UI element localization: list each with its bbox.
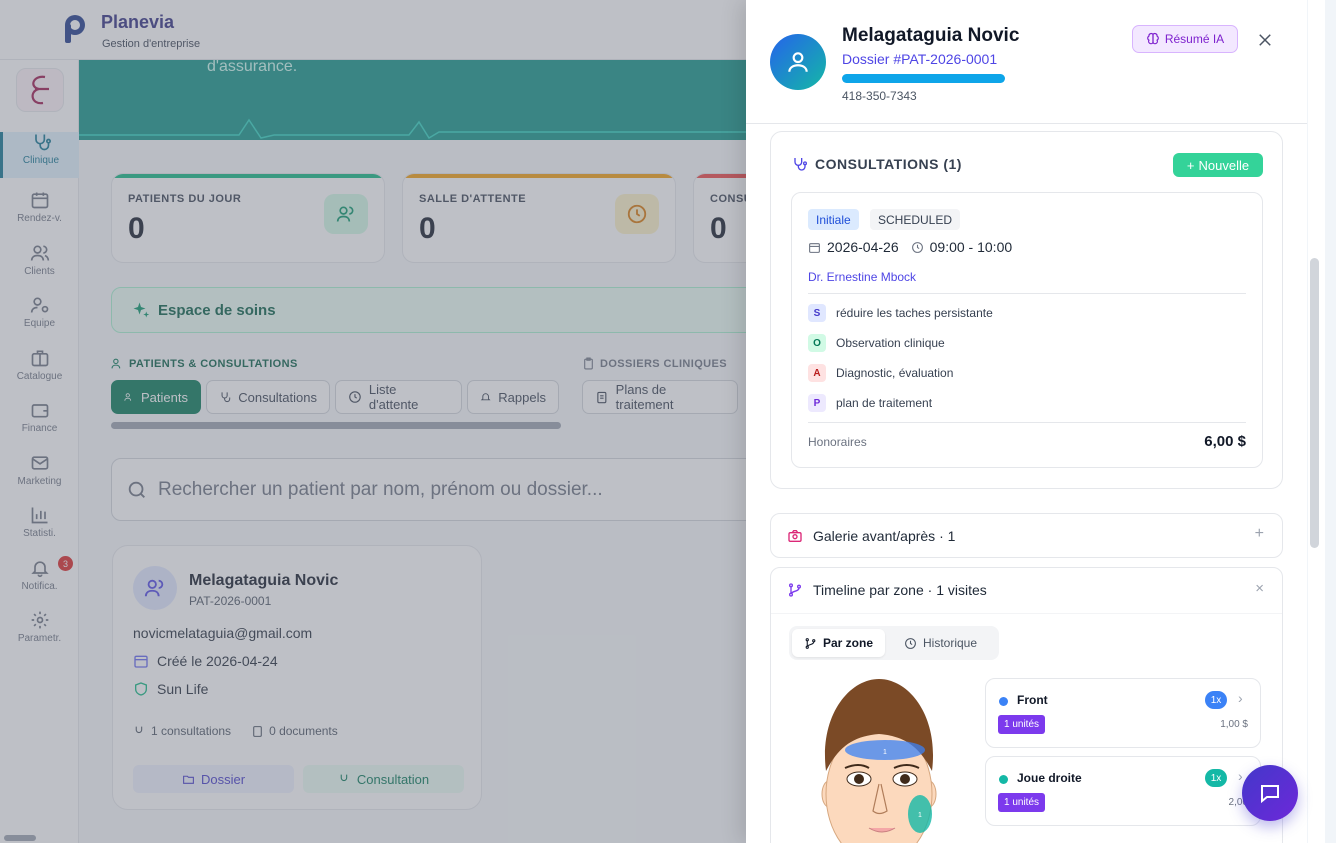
divider <box>771 613 1282 614</box>
consultations-title-text: CONSULTATIONS (1) <box>815 156 962 172</box>
camera-icon <box>788 530 802 542</box>
zone-units-badge: 1 unités <box>998 793 1046 812</box>
fee-label: Honoraires <box>808 435 867 449</box>
timeline-accordion: Timeline par zone · 1 visites × Par zone… <box>770 567 1283 843</box>
button-label: Résumé IA <box>1164 32 1225 46</box>
status-badge: SCHEDULED <box>870 209 961 230</box>
calendar-icon <box>809 242 820 253</box>
patient-drawer: Melagataguia Novic Dossier #PAT-2026-000… <box>746 0 1336 843</box>
avatar <box>770 34 826 90</box>
redacted-email-bar <box>842 74 1005 83</box>
consultation-type-badge: Initiale <box>808 209 859 230</box>
zone-count-badge: 1x <box>1205 691 1227 709</box>
zone-count-badge: 1x <box>1205 769 1227 787</box>
segment-history[interactable]: Historique <box>892 629 989 657</box>
drawer-header: Melagataguia Novic Dossier #PAT-2026-000… <box>746 0 1307 124</box>
timeline-title-text: Timeline par zone · 1 visites <box>813 582 987 598</box>
gallery-accordion[interactable]: Galerie avant/après · 1 + <box>770 513 1283 558</box>
chevron-right-icon: › <box>1238 690 1243 706</box>
consultation-datetime: 2026-04-26 09:00 - 10:00 <box>808 239 1012 255</box>
segment-label: Historique <box>923 636 978 650</box>
drawer-scrollbar[interactable] <box>1310 258 1319 548</box>
soap-letter: O <box>808 334 826 352</box>
zone-color-dot <box>999 775 1008 784</box>
soap-plan: P plan de traitement <box>808 394 932 412</box>
chevron-right-icon: › <box>1238 768 1243 784</box>
soap-assessment: A Diagnostic, évaluation <box>808 364 953 382</box>
plus-icon: + <box>1186 157 1195 173</box>
user-icon <box>788 52 808 72</box>
soap-text: plan de traitement <box>836 396 933 410</box>
drawer-patient-name: Melagataguia Novic <box>842 25 1020 46</box>
consultation-item[interactable]: Initiale SCHEDULED 2026-04-26 09:00 - 10… <box>791 192 1263 468</box>
drawer-file-number: Dossier #PAT-2026-0001 <box>842 51 998 67</box>
brain-icon <box>1146 32 1159 45</box>
consultation-date: 2026-04-26 <box>827 239 899 255</box>
plus-icon[interactable]: + <box>1255 525 1264 543</box>
consultations-panel: CONSULTATIONS (1) + Nouvelle Initiale SC… <box>770 131 1283 489</box>
git-branch-icon <box>789 583 801 597</box>
zone-name: Front <box>1017 693 1048 707</box>
soap-subjective: S réduire les taches persistante <box>808 304 993 322</box>
close-button[interactable] <box>1252 27 1278 53</box>
consultation-time: 09:00 - 10:00 <box>929 239 1013 255</box>
drawer-phone: 418-350-7343 <box>842 89 917 103</box>
gallery-title-text: Galerie avant/après · 1 <box>813 528 956 544</box>
soap-text: Observation clinique <box>836 336 945 350</box>
soap-letter: A <box>808 364 826 382</box>
git-branch-icon <box>805 637 816 649</box>
modal-backdrop[interactable] <box>0 0 746 843</box>
zone-color-dot <box>999 697 1008 706</box>
divider <box>808 422 1246 423</box>
stethoscope-icon <box>794 158 807 171</box>
new-consultation-button[interactable]: + Nouvelle <box>1173 153 1263 177</box>
button-label: Nouvelle <box>1198 157 1250 173</box>
face-zone-front-mark: 1 <box>883 749 887 756</box>
consultations-title: CONSULTATIONS (1) <box>791 156 962 172</box>
face-zone-right-cheek-mark: 1 <box>918 812 922 819</box>
chat-button[interactable] <box>1242 765 1298 821</box>
ai-summary-button[interactable]: Résumé IA <box>1132 25 1238 53</box>
fee-value: 6,00 $ <box>1204 433 1246 450</box>
soap-letter: P <box>808 394 826 412</box>
zone-card-front[interactable]: Front 1x › 1 unités 1,00 $ <box>985 678 1261 748</box>
timeline-title: Timeline par zone · 1 visites <box>787 582 987 598</box>
clock-icon <box>905 637 916 649</box>
close-icon[interactable]: × <box>1255 580 1264 597</box>
segment-by-zone[interactable]: Par zone <box>792 629 886 657</box>
zone-price: 1,00 $ <box>1220 719 1248 730</box>
zone-units-badge: 1 unités <box>998 715 1046 734</box>
divider <box>808 293 1246 294</box>
soap-objective: O Observation clinique <box>808 334 945 352</box>
zone-name: Joue droite <box>1017 771 1082 785</box>
chat-icon <box>1261 785 1279 804</box>
close-icon <box>1259 34 1271 46</box>
face-map[interactable]: 1 1 <box>809 676 949 843</box>
soap-text: réduire les taches persistante <box>836 306 993 320</box>
timeline-view-toggle: Par zone Historique <box>789 626 999 660</box>
soap-letter: S <box>808 304 826 322</box>
zone-card-right-cheek[interactable]: Joue droite 1x › 1 unités 2,00 <box>985 756 1261 826</box>
gallery-title: Galerie avant/après · 1 <box>787 528 955 544</box>
soap-text: Diagnostic, évaluation <box>836 366 954 380</box>
clock-icon <box>911 241 923 253</box>
segment-label: Par zone <box>823 636 874 650</box>
consultation-doctor[interactable]: Dr. Ernestine Mbock <box>808 270 916 284</box>
drawer-scroll-edge <box>1325 0 1336 843</box>
